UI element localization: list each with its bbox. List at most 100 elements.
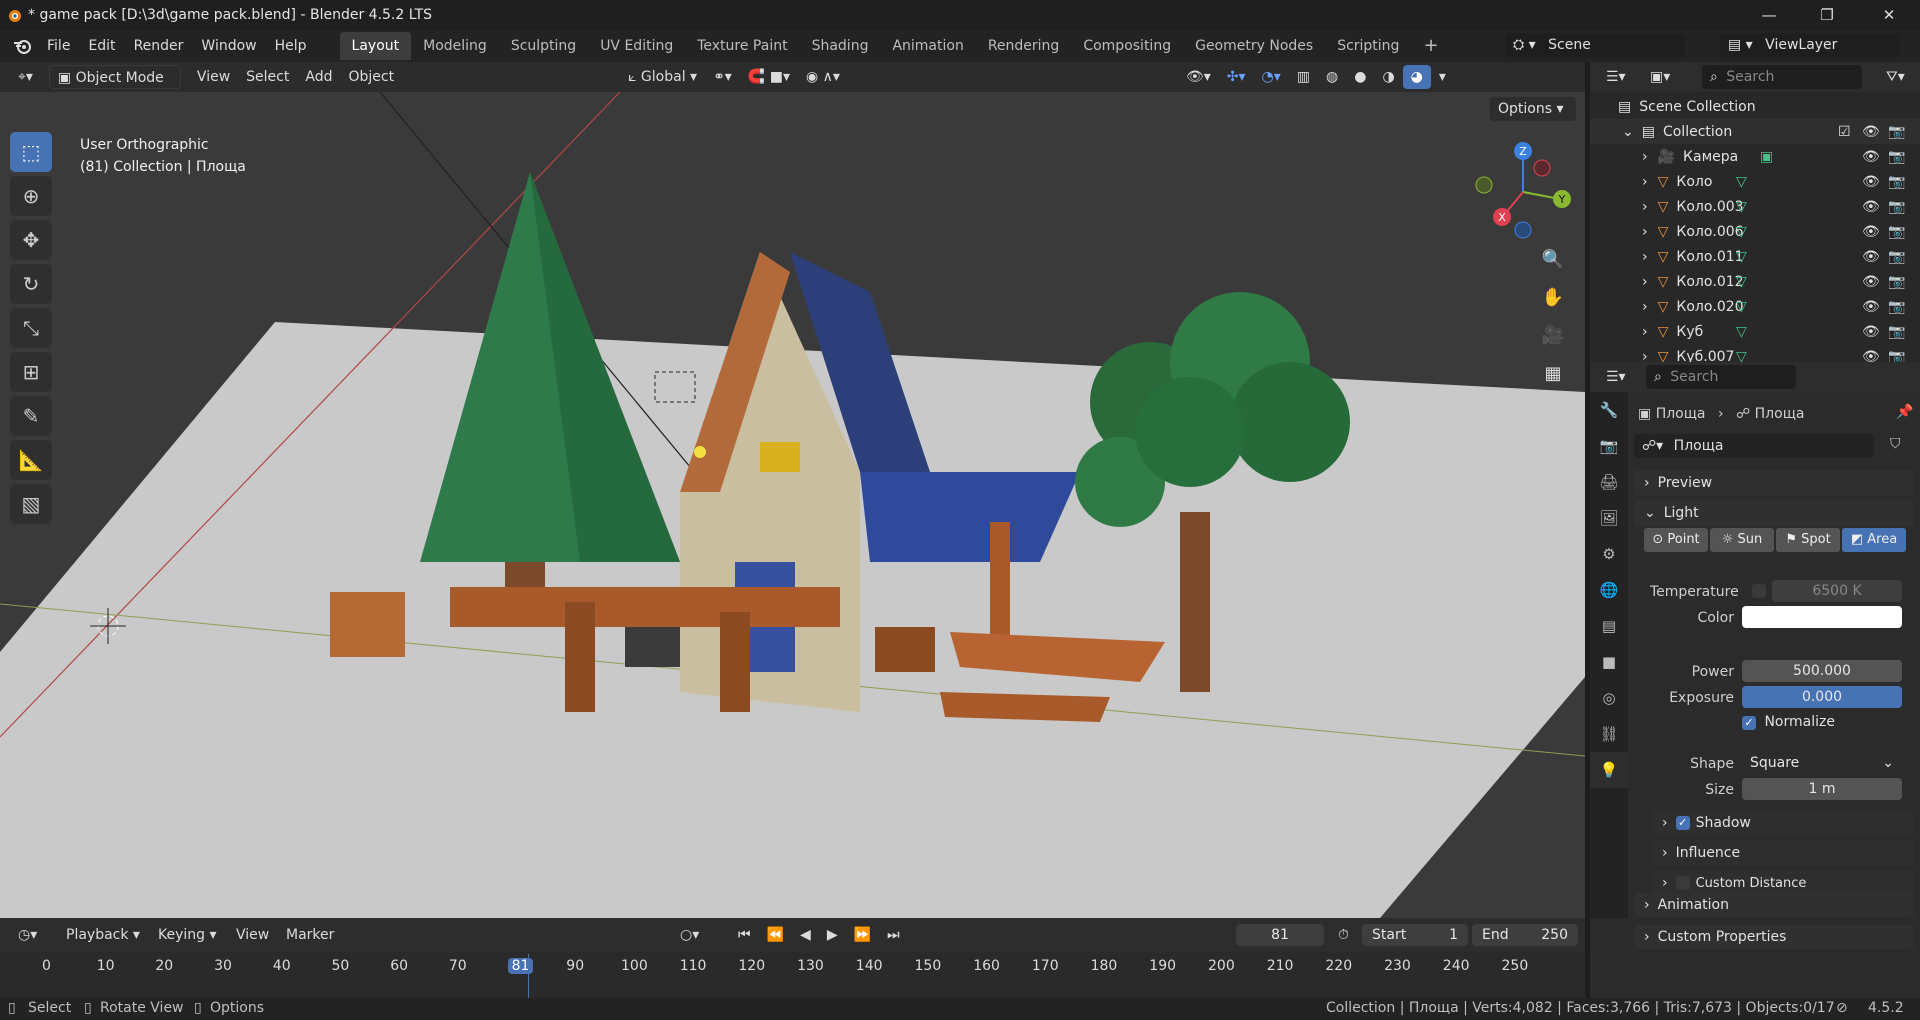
shape-dropdown[interactable]: Square ⌄ [1742,752,1902,774]
navigation-gizmo[interactable]: Z Y X [1468,137,1578,247]
move-tool-icon[interactable]: ✥ [10,220,52,260]
editor-type-icon[interactable]: ⌖▾ [10,65,41,89]
add-cube-tool-icon[interactable]: ▧ [10,484,52,524]
menu-render[interactable]: Render [125,33,193,59]
tab-compositing[interactable]: Compositing [1071,32,1183,60]
menu-marker[interactable]: Marker [278,923,342,947]
tab-geometry-nodes[interactable]: Geometry Nodes [1183,32,1325,60]
autokey-icon[interactable]: ○▾ [672,923,707,947]
collection-tab-icon[interactable]: ▤ [1590,608,1628,644]
3d-viewport[interactable]: ⬚ ⊕ ✥ ↻ ⤡ ⊞ ✎ 📐 ▧ User Orthographic (81)… [0,92,1585,918]
shading-wireframe-icon[interactable]: ◍ [1318,65,1346,89]
end-frame-field[interactable]: End 250 [1472,924,1578,946]
preview-range-icon[interactable]: ⏱ [1330,923,1357,947]
annotate-tool-icon[interactable]: ✎ [10,396,52,436]
camera-render-icon[interactable]: 📷 [1888,299,1905,315]
animation-section[interactable]: › Animation [1634,893,1914,917]
tab-layout[interactable]: Layout [339,32,412,60]
render-tab-icon[interactable]: 📷 [1590,428,1628,464]
zoom-icon[interactable]: 🔍 [1535,242,1571,276]
scene-tab-icon[interactable]: ⚙ [1590,536,1628,572]
mesh-data-icon[interactable]: ▽ [1736,274,1747,290]
camera-view-icon[interactable]: 🎥 [1535,318,1571,352]
camera-data-icon[interactable]: ▣ [1760,149,1773,165]
pivot-icon[interactable]: ⚭▾ [705,65,740,89]
transform-orientation-dropdown[interactable]: ⟀ Global ▾ [620,65,705,89]
constraint-tab-icon[interactable]: ⛓ [1590,716,1628,752]
outliner-item[interactable]: › ▽ Коло.020 ▽ 👁 📷 [1590,294,1920,319]
measure-tool-icon[interactable]: 📐 [10,440,52,480]
shading-rendered-icon[interactable]: ◕ [1402,65,1431,89]
eye-icon[interactable]: 👁 [1862,149,1880,165]
filter-icon[interactable]: ⛛▾ [1878,65,1913,89]
light-section[interactable]: ⌄ Light [1634,500,1914,526]
jump-start-icon[interactable]: ⏮ [730,923,759,947]
mesh-data-icon[interactable]: ▽ [1736,299,1747,315]
tab-rendering[interactable]: Rendering [976,32,1072,60]
play-reverse-icon[interactable]: ◀ [792,923,819,947]
gizmo-toggle-icon[interactable]: ✣▾ [1219,65,1254,89]
eye-icon[interactable]: 👁 [1862,324,1880,340]
exclude-checkbox[interactable]: ☑ [1838,124,1851,140]
transform-tool-icon[interactable]: ⊞ [10,352,52,392]
scale-tool-icon[interactable]: ⤡ [10,308,52,348]
exposure-slider[interactable]: 0.000 [1742,686,1902,708]
camera-render-icon[interactable]: 📷 [1888,224,1905,240]
menu-help[interactable]: Help [266,33,316,59]
tool-tab-icon[interactable]: 🔧 [1590,392,1628,428]
output-tab-icon[interactable]: 🖨 [1590,464,1628,500]
menu-view[interactable]: View [189,65,238,89]
camera-render-icon[interactable]: 📷 [1888,249,1905,265]
tab-scripting[interactable]: Scripting [1325,32,1411,60]
influence-section[interactable]: › Influence [1652,840,1914,866]
expand-chevron-icon[interactable]: › [1642,249,1648,265]
timeline-editor-icon[interactable]: ◷▾ [10,923,45,947]
properties-editor-icon[interactable]: ☰▾ [1598,365,1634,389]
outliner-item[interactable]: › ▽ Коло ▽ 👁 📷 [1590,169,1920,194]
object-tab-icon[interactable]: ■ [1590,644,1628,680]
play-icon[interactable]: ▶ [819,923,846,947]
shading-options-icon[interactable]: ▾ [1431,65,1454,89]
pan-hand-icon[interactable]: ✋ [1535,280,1571,314]
start-frame-field[interactable]: Start 1 [1362,924,1468,946]
outliner-item[interactable]: › ▽ Коло.012 ▽ 👁 📷 [1590,269,1920,294]
eye-icon[interactable]: 👁 [1862,124,1880,140]
expand-chevron-icon[interactable]: › [1642,224,1648,240]
outliner-item[interactable]: › ▽ Коло.003 ▽ 👁 📷 [1590,194,1920,219]
tab-uv-editing[interactable]: UV Editing [588,32,685,60]
normalize-checkbox[interactable]: ✓ Normalize [1742,714,1835,730]
eye-icon[interactable]: 👁 [1862,299,1880,315]
outliner-item[interactable]: › ▽ Коло.006 ▽ 👁 📷 [1590,219,1920,244]
playhead[interactable] [528,954,529,998]
mesh-data-icon[interactable]: ▽ [1736,224,1747,240]
collapse-chevron-icon[interactable]: ⌄ [1622,124,1634,140]
menu-window[interactable]: Window [192,33,265,59]
fake-user-shield-icon[interactable]: ⛉ [1890,436,1901,452]
camera-render-icon[interactable]: 📷 [1888,324,1905,340]
eye-icon[interactable]: 👁 [1862,199,1880,215]
preview-section[interactable]: › Preview [1634,470,1914,496]
blender-menu-icon[interactable] [12,37,32,55]
ortho-grid-icon[interactable]: ▦ [1535,356,1571,390]
menu-timeline-view[interactable]: View [228,923,277,947]
light-type-area-button[interactable]: ◩ Area [1842,528,1906,552]
custom-properties-section[interactable]: › Custom Properties [1634,925,1914,949]
menu-keying[interactable]: Keying ▾ [150,923,225,947]
scene-selector[interactable]: ⛭ ▾ Scene [1505,33,1685,57]
modifier-tab-icon[interactable]: ◎ [1590,680,1628,716]
menu-file[interactable]: File [38,33,79,59]
overlays-icon[interactable]: ◔▾ [1254,65,1289,89]
light-type-spot-button[interactable]: ⚑ Spot [1776,528,1840,552]
color-swatch[interactable] [1742,606,1902,628]
expand-chevron-icon[interactable]: › [1642,199,1648,215]
shadow-checkbox[interactable]: ✓ [1675,816,1690,830]
tab-modeling[interactable]: Modeling [411,32,499,60]
outliner-search[interactable]: ⌕ Search [1702,65,1862,89]
menu-playback[interactable]: Playback ▾ [58,923,148,947]
mesh-data-icon[interactable]: ▽ [1736,199,1747,215]
proportional-edit-icon[interactable]: ◉ ∧▾ [798,65,848,89]
light-type-sun-button[interactable]: ☼ Sun [1710,528,1774,552]
outliner-editor-icon[interactable]: ☰▾ [1598,65,1634,89]
jump-keyframe-forward-icon[interactable]: ⏩ [846,923,879,947]
snap-icon[interactable]: 🧲 ■▾ [740,65,798,89]
